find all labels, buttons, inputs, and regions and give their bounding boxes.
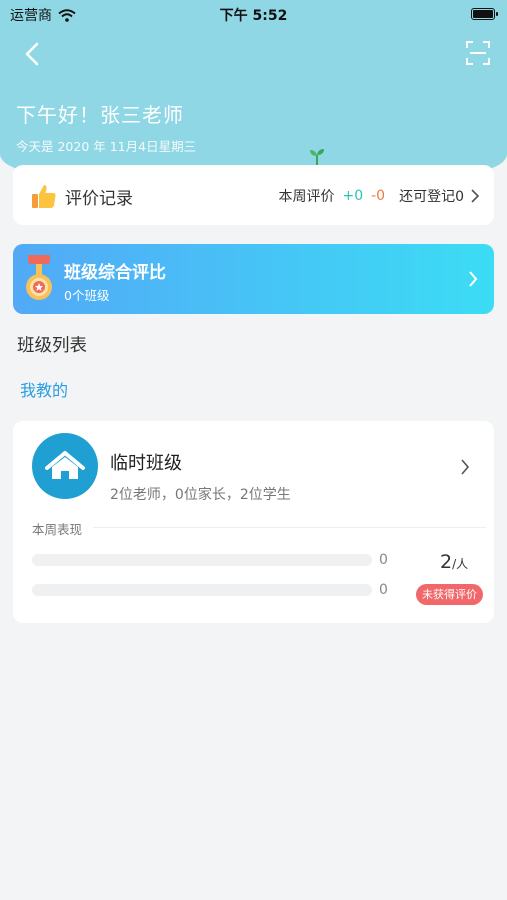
performance-bar-positive xyxy=(32,554,372,566)
class-card[interactable]: 临时班级 2位老师，0位家长，2位学生 本周表现 0 0 2/人 未获得评价 xyxy=(13,421,494,623)
scan-icon[interactable] xyxy=(465,40,491,66)
chevron-right-icon xyxy=(461,459,470,475)
class-avatar xyxy=(32,433,98,499)
tab-my-teaching[interactable]: 我教的 xyxy=(20,377,68,401)
sprout-icon xyxy=(310,149,324,165)
divider xyxy=(93,527,486,528)
evaluation-record-title: 评价记录 xyxy=(65,189,133,209)
clock: 下午 5:52 xyxy=(219,8,288,24)
week-evaluation-label: 本周评价 xyxy=(278,189,335,205)
status-badge: 未获得评价 xyxy=(416,584,483,605)
date-line: 今天是 2020 年 11月4日星期三 xyxy=(16,139,197,154)
evaluation-record-card[interactable]: 评价记录 本周评价 +0 -0 还可登记0 xyxy=(13,165,494,225)
status-bar: 运营商 下午 5:52 xyxy=(0,0,507,28)
performance-bar-negative xyxy=(32,584,372,596)
student-count-number: 2 xyxy=(440,551,453,573)
thumbs-up-icon xyxy=(32,185,56,208)
class-name: 临时班级 xyxy=(110,453,182,474)
class-list-heading: 班级列表 xyxy=(17,336,87,356)
home-icon xyxy=(45,451,85,479)
evaluation-summary: 本周评价 +0 -0 还可登记0 xyxy=(278,186,480,206)
class-member-summary: 2位老师，0位家长，2位学生 xyxy=(110,487,291,503)
battery-icon xyxy=(471,8,498,20)
chevron-right-icon xyxy=(471,189,480,203)
back-icon[interactable] xyxy=(18,38,48,70)
performance-value-positive: 0 xyxy=(379,552,388,568)
class-comparison-title: 班级综合评比 xyxy=(64,263,166,283)
student-count: 2/人 xyxy=(440,551,468,573)
performance-value-negative: 0 xyxy=(379,582,388,598)
plus-count: +0 xyxy=(342,188,364,204)
greeting-title: 下午好！张三老师 xyxy=(16,103,184,127)
class-comparison-card[interactable]: 班级综合评比 0个班级 xyxy=(13,244,494,314)
medal-icon xyxy=(26,255,52,300)
chevron-right-icon xyxy=(469,271,478,287)
class-count: 0个班级 xyxy=(64,288,110,303)
minus-count: -0 xyxy=(371,188,386,204)
weekly-performance-label: 本周表现 xyxy=(32,522,83,537)
remaining-label: 还可登记0 xyxy=(399,189,464,205)
student-count-unit: /人 xyxy=(452,557,469,571)
